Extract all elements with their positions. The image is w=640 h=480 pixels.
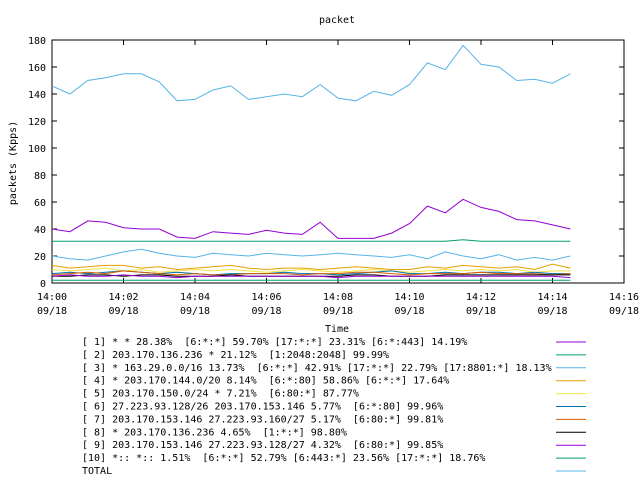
legend-entry-9: [ 9] 203.170.153.146 27.223.93.128/27 4.… [82,440,443,451]
x-tick-label-time: 14:10 [394,292,424,303]
y-tick-label: 100 [28,144,46,155]
x-tick-label-time: 14:16 [609,292,639,303]
series-line-7 [51,270,571,276]
x-tick-label-date: 09/18 [609,306,639,317]
x-tick-label-time: 14:12 [466,292,496,303]
legend-entry-1: [ 1] * * 28.38% [6:*:*] 59.70% [17:*:*] … [82,337,467,348]
plot-frame [51,39,625,284]
y-tick-label: 120 [28,117,46,128]
y-tick-label: 140 [28,90,46,101]
x-tick-label-time: 14:04 [180,292,210,303]
y-tick-label: 20 [34,252,46,263]
legend-entry-10: [10] *:: *:: 1.51% [6:*:*] 52.79% [6:443… [82,453,485,464]
chart-title: packet [319,15,355,26]
series-line-2 [52,239,571,242]
y-tick-label: 160 [28,63,46,74]
legend-entry-11: TOTAL [82,466,112,477]
series-line-11 [51,44,571,102]
series-line-3 [51,248,571,261]
legend-entry-3: [ 3] * 163.29.0.0/16 13.73% [6:*:*] 42.9… [82,363,552,374]
x-tick-label-date: 09/18 [108,306,138,317]
x-tick-label-date: 09/18 [251,306,281,317]
x-tick-label-time: 14:06 [251,292,281,303]
legend-entry-8: [ 8] * 203.170.136.236 4.65% [1:*:*] 98.… [82,427,347,438]
x-tick-label-time: 14:00 [37,292,67,303]
y-tick-label: 80 [34,171,46,182]
series-line-1 [51,198,571,239]
x-tick-label-date: 09/18 [180,306,210,317]
series-line-4 [51,263,571,271]
x-tick-label-time: 14:02 [108,292,138,303]
legend-entry-5: [ 5] 203.170.150.0/24 * 7.21% [6:80:*] 8… [82,389,359,400]
y-tick-label: 180 [28,36,46,47]
packet-chart: packet packets (Kpps) Time 0 20 40 60 80 100 1… [8,15,639,477]
x-tick-label-date: 09/18 [537,306,567,317]
legend-entry-6: [ 6] 27.223.93.128/26 203.170.153.146 5.… [82,402,443,413]
y-tick-label: 60 [34,198,46,209]
y-tick-label: 0 [40,279,46,290]
legend: [ 1] * * 28.38% [6:*:*] 59.70% [17:*:*] … [82,337,586,477]
x-axis-label: Time [325,324,349,335]
y-tick-label: 40 [34,225,46,236]
legend-entry-4: [ 4] * 203.170.144.0/20 8.14% [6:*:80] 5… [82,376,449,387]
legend-entry-2: [ 2] 203.170.136.236 * 21.12% [1:2048:20… [82,350,389,361]
x-tick-label-time: 14:08 [323,292,353,303]
x-tick-label-date: 09/18 [466,306,496,317]
y-axis-label: packets (Kpps) [8,121,19,205]
x-tick-label-date: 09/18 [37,306,67,317]
x-tick-label-date: 09/18 [394,306,424,317]
x-tick-label-time: 14:14 [537,292,567,303]
series-lines [51,44,571,281]
x-tick-label-date: 09/18 [323,306,353,317]
legend-entry-7: [ 7] 203.170.153.146 27.223.93.160/27 5.… [82,414,443,425]
